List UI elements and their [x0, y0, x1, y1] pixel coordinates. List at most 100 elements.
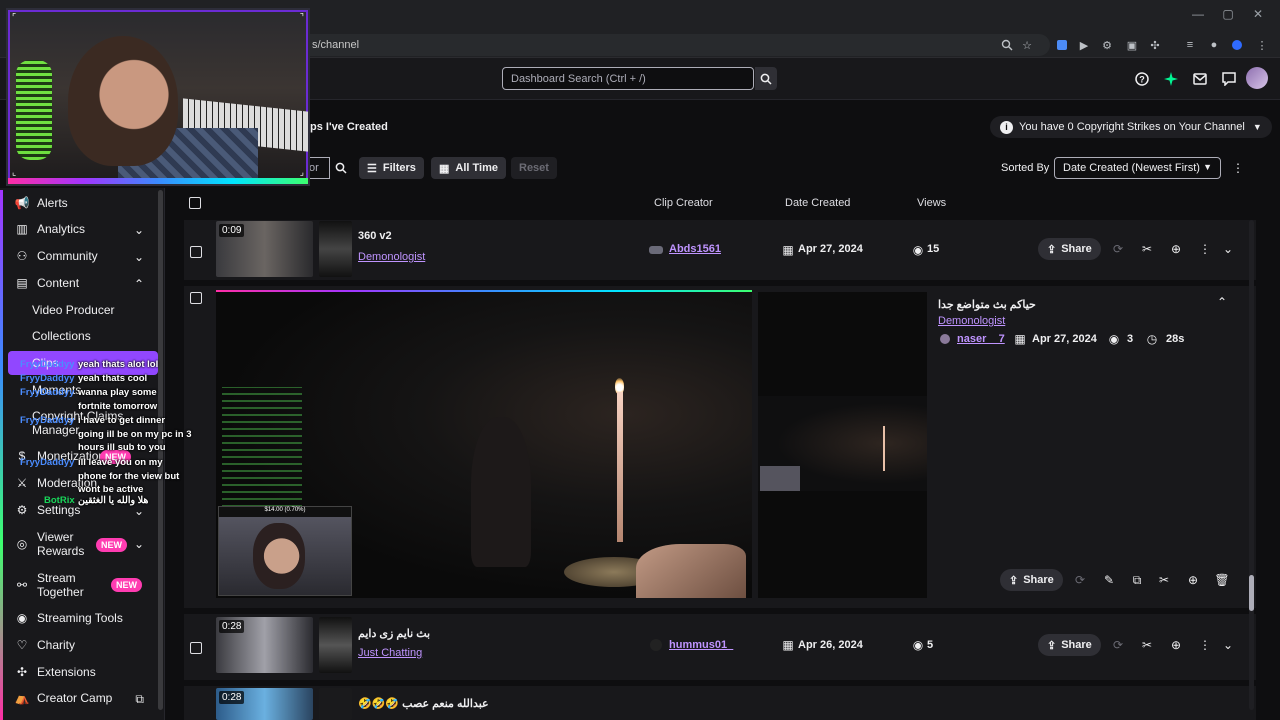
- more-options-icon[interactable]: ⋮: [1231, 161, 1245, 175]
- content-icon: ▤: [16, 276, 28, 290]
- sidebar-item-content[interactable]: ▤ Content ⌃: [0, 270, 158, 296]
- calendar-icon: ▦: [1014, 332, 1026, 346]
- chat-username: BotRix: [44, 495, 75, 506]
- row-checkbox[interactable]: [190, 642, 202, 654]
- url-field[interactable]: s/channel: [290, 34, 1050, 56]
- extension-tv-icon[interactable]: ▣: [1125, 38, 1139, 52]
- open-external-icon[interactable]: ⧉: [1130, 573, 1144, 587]
- sidebar-item-label: Stream Together: [37, 571, 84, 599]
- bookmark-star-icon[interactable]: ☆: [1020, 38, 1034, 52]
- sidebar-item-charity[interactable]: ♡ Charity: [0, 632, 158, 658]
- chevron-down-icon[interactable]: ⌄: [1221, 242, 1235, 256]
- chevron-up-icon[interactable]: ⌃: [1215, 295, 1229, 309]
- sidebar-item-community[interactable]: ⚇ Community ⌄: [0, 243, 158, 269]
- time-range-button[interactable]: ▦ All Time: [431, 157, 506, 179]
- inbox-icon[interactable]: [1192, 71, 1208, 87]
- clip-creator-link[interactable]: Abds1561: [669, 243, 721, 255]
- whisper-icon[interactable]: [1221, 71, 1237, 87]
- clip-search-button[interactable]: [330, 157, 352, 179]
- dashboard-search-input[interactable]: Dashboard Search (Ctrl + /): [502, 67, 754, 90]
- chevron-down-icon[interactable]: ⌄: [1221, 638, 1235, 652]
- streamer-minicam: [760, 466, 800, 491]
- new-badge: NEW: [96, 538, 127, 552]
- close-window-button[interactable]: ✕: [1248, 7, 1268, 21]
- edit-pen-icon[interactable]: ✎: [1102, 573, 1116, 587]
- row-checkbox[interactable]: [190, 292, 202, 304]
- browser-menu-icon[interactable]: ⋮: [1255, 38, 1269, 52]
- search-button[interactable]: [755, 67, 777, 90]
- trash-icon[interactable]: 🗑: [1214, 573, 1229, 587]
- convert-icon[interactable]: ⟳: [1111, 638, 1125, 652]
- extension-translate-icon[interactable]: [1055, 38, 1069, 52]
- convert-icon[interactable]: ⟳: [1073, 573, 1087, 587]
- scissors-icon[interactable]: ✂: [1140, 638, 1154, 652]
- clip-video-player[interactable]: $14.00 (0.70%): [216, 292, 752, 598]
- sort-select[interactable]: Date Created (Newest First) ▼: [1054, 157, 1221, 179]
- clip-creator-link[interactable]: naser__7: [957, 333, 1005, 345]
- zoom-icon[interactable]: [1000, 38, 1014, 52]
- profile-icon[interactable]: ●: [1207, 38, 1221, 52]
- minimize-window-button[interactable]: —: [1188, 7, 1208, 21]
- add-collection-icon[interactable]: ⊕: [1169, 242, 1183, 256]
- sidebar-item-analytics[interactable]: ▥ Analytics ⌄: [0, 216, 158, 242]
- more-options-icon[interactable]: ⋮: [1198, 638, 1212, 652]
- chevron-down-icon: ▼: [1252, 122, 1262, 132]
- chevron-down-icon: ⌄: [133, 223, 144, 237]
- share-button[interactable]: ⇪ Share: [1000, 569, 1063, 591]
- content-scrollbar-thumb[interactable]: [1249, 575, 1254, 611]
- reset-button[interactable]: Reset: [511, 157, 557, 179]
- streamer-face: [253, 523, 305, 589]
- clip-category-link[interactable]: Demonologist: [938, 315, 1005, 327]
- heart-icon: ♡: [16, 638, 28, 652]
- share-button[interactable]: ⇪ Share: [1038, 238, 1101, 260]
- chat-username: FryyDaddyy: [20, 415, 75, 426]
- time-range-label: All Time: [455, 162, 498, 174]
- scissors-icon[interactable]: ✂: [1157, 573, 1171, 587]
- column-date-created: Date Created: [785, 197, 851, 209]
- add-collection-icon[interactable]: ⊕: [1169, 638, 1183, 652]
- select-all-checkbox[interactable]: [189, 197, 201, 209]
- filters-button[interactable]: ☰ Filters: [359, 157, 424, 179]
- sidebar-subitem-video-producer[interactable]: Video Producer: [32, 303, 115, 317]
- sidebar-item-viewer-rewards[interactable]: ◎ Viewer Rewards ⌄: [0, 529, 158, 559]
- convert-icon[interactable]: ⟳: [1111, 242, 1125, 256]
- sidebar-item-creator-camp[interactable]: ⛺ Creator Camp ⧉: [0, 685, 158, 711]
- sidebar-item-extensions[interactable]: ✣ Extensions: [0, 659, 158, 685]
- sidebar-subitem-collections[interactable]: Collections: [32, 329, 91, 343]
- label-line-2: Rewards: [37, 544, 85, 558]
- extension-video-icon[interactable]: ▶: [1077, 38, 1091, 52]
- clip-title[interactable]: بث نايم زى دايم: [358, 627, 430, 640]
- copyright-strikes-dropdown[interactable]: i You have 0 Copyright Strikes on Your C…: [990, 116, 1272, 138]
- scissors-icon[interactable]: ✂: [1140, 242, 1154, 256]
- maximize-window-button[interactable]: ▢: [1218, 7, 1238, 21]
- extensions-puzzle-icon[interactable]: ✣: [1148, 38, 1162, 52]
- sidebar-item-streaming-tools[interactable]: ◉ Streaming Tools: [0, 605, 158, 631]
- clip-thumbnail[interactable]: 0:28: [216, 688, 313, 720]
- extension-gear-icon[interactable]: ⚙: [1100, 38, 1114, 52]
- clip-creator-link[interactable]: hummus01_: [669, 639, 733, 651]
- clip-thumbnail[interactable]: 0:09: [216, 221, 313, 277]
- sidebar-item-alerts[interactable]: 📢 Alerts: [0, 190, 158, 216]
- help-icon[interactable]: ?: [1134, 71, 1150, 87]
- avatar[interactable]: [1246, 67, 1268, 89]
- clip-video-preview[interactable]: [758, 292, 927, 598]
- content-scrollbar-track[interactable]: [1249, 220, 1254, 710]
- reading-list-icon[interactable]: ≡: [1183, 38, 1197, 52]
- share-button[interactable]: ⇪ Share: [1038, 634, 1101, 656]
- eye-icon: ◉: [912, 638, 924, 652]
- chat-message: ill leave you on my phone for the view b…: [78, 457, 180, 495]
- clip-title[interactable]: حياكم بث متواضع جدا: [938, 298, 1036, 311]
- sparkle-icon[interactable]: [1163, 71, 1179, 87]
- add-collection-icon[interactable]: ⊕: [1186, 573, 1200, 587]
- more-options-icon[interactable]: ⋮: [1198, 242, 1212, 256]
- corner-bracket-icon: ⌟: [299, 167, 304, 177]
- clip-views: 15: [927, 243, 940, 255]
- clip-thumbnail[interactable]: 0:28: [216, 617, 313, 673]
- clip-title[interactable]: عبدالله منعم عصب 🤣🤣🤣: [358, 697, 489, 710]
- clip-category-link[interactable]: Demonologist: [358, 251, 425, 263]
- clip-category-link[interactable]: Just Chatting: [358, 647, 422, 659]
- extension-shield-icon[interactable]: [1230, 38, 1244, 52]
- donation-strip: $14.00 (0.70%): [219, 507, 351, 517]
- row-checkbox[interactable]: [190, 246, 202, 258]
- clip-title[interactable]: 360 v2: [358, 230, 392, 242]
